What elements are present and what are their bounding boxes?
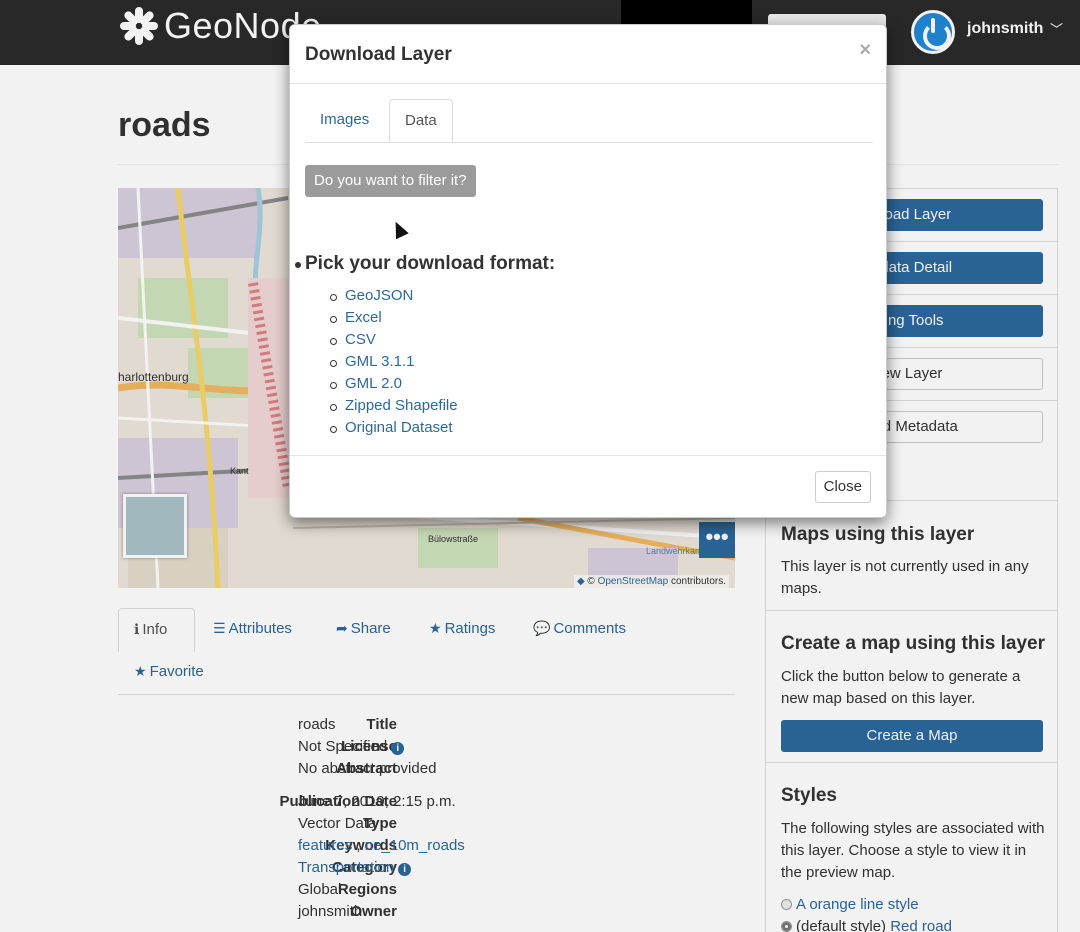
list-item: Zipped Shapefile bbox=[330, 397, 458, 419]
modal-title: Download Layer bbox=[305, 44, 452, 65]
download-layer-modal: Download Layer × Images Data Do you want… bbox=[289, 24, 887, 518]
modal-tabs-divider bbox=[305, 142, 873, 143]
modal-footer-divider bbox=[290, 455, 886, 456]
tab-images[interactable]: Images bbox=[305, 99, 384, 143]
bullet-icon bbox=[295, 262, 301, 268]
format-original-link[interactable]: Original Dataset bbox=[345, 419, 453, 436]
format-shapefile-link[interactable]: Zipped Shapefile bbox=[345, 397, 458, 414]
format-geojson-link[interactable]: GeoJSON bbox=[345, 287, 413, 304]
tab-data[interactable]: Data bbox=[389, 99, 453, 143]
list-item: Original Dataset bbox=[330, 419, 458, 441]
download-format-list: GeoJSON Excel CSV GML 3.1.1 GML 2.0 Zipp… bbox=[330, 287, 458, 441]
format-gml20-link[interactable]: GML 2.0 bbox=[345, 375, 402, 392]
list-item: GML 2.0 bbox=[330, 375, 458, 397]
format-excel-link[interactable]: Excel bbox=[345, 309, 382, 326]
format-gml311-link[interactable]: GML 3.1.1 bbox=[345, 353, 414, 370]
filter-button[interactable]: Do you want to filter it? bbox=[305, 165, 476, 197]
list-item: GML 3.1.1 bbox=[330, 353, 458, 375]
list-item: Excel bbox=[330, 309, 458, 331]
close-icon[interactable]: × bbox=[859, 39, 871, 62]
close-button[interactable]: Close bbox=[814, 471, 871, 503]
format-csv-link[interactable]: CSV bbox=[345, 331, 376, 348]
download-format-heading: Pick your download format: bbox=[295, 253, 555, 275]
list-item: CSV bbox=[330, 331, 458, 353]
list-item: GeoJSON bbox=[330, 287, 458, 309]
modal-header-divider bbox=[290, 83, 886, 84]
